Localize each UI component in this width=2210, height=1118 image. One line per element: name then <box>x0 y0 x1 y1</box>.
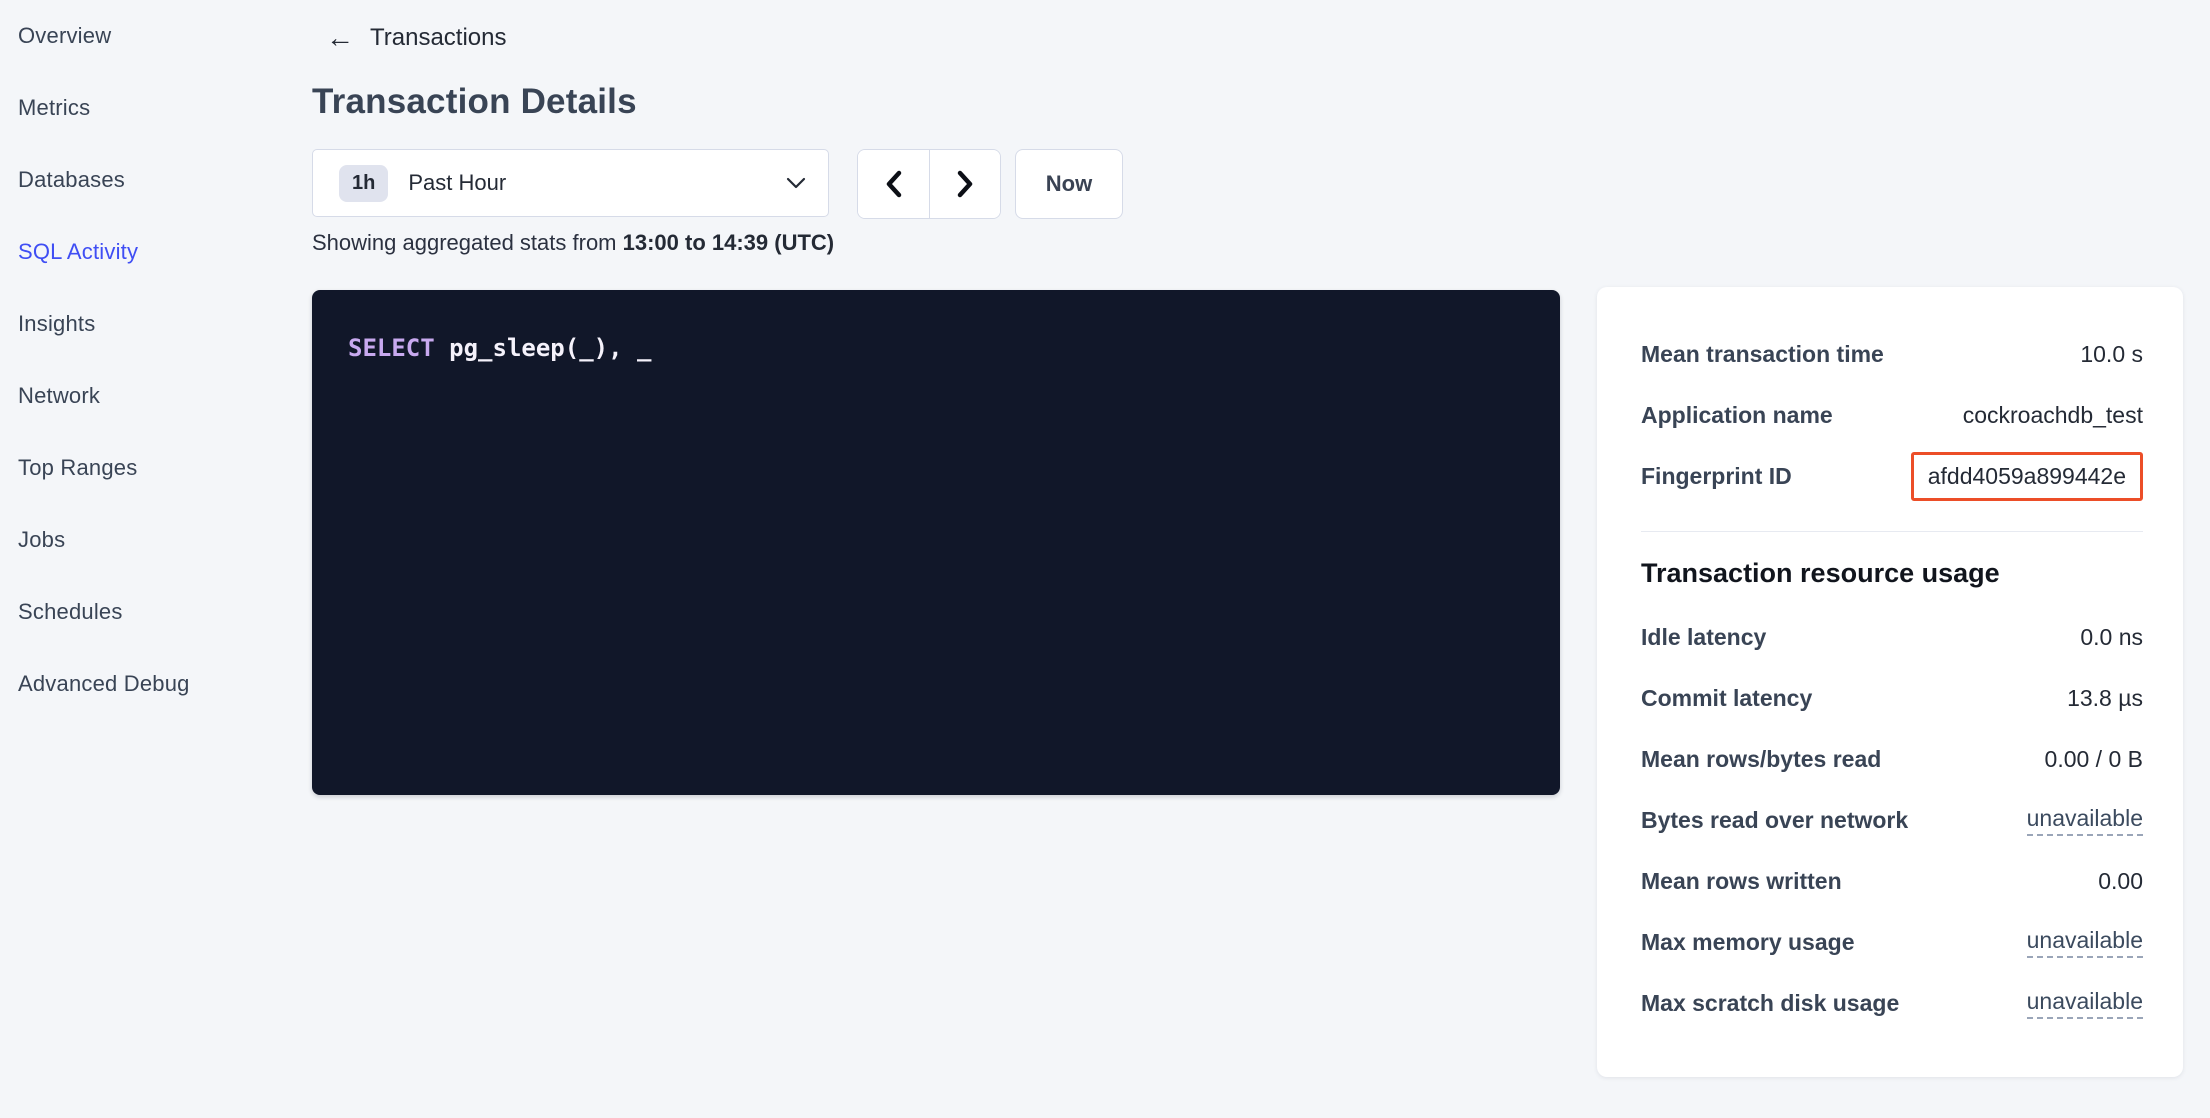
sql-statement: SELECT pg_sleep(_), _ <box>348 334 1524 362</box>
idle-latency-row: Idle latency 0.0 ns <box>1641 607 2143 668</box>
row-value: 10.0 s <box>2080 341 2143 368</box>
row-label: Max scratch disk usage <box>1641 990 1899 1017</box>
application-name-row: Application name cockroachdb_test <box>1641 385 2143 446</box>
row-value: 13.8 µs <box>2067 685 2143 712</box>
sql-body: pg_sleep(_), _ <box>435 334 652 362</box>
sidebar-item-insights[interactable]: Insights <box>0 288 300 360</box>
unavailable-tooltip-value[interactable]: unavailable <box>2027 805 2143 836</box>
sidebar-item-sql-activity[interactable]: SQL Activity <box>0 216 300 288</box>
annotation-highlight-box: afdd4059a899442e <box>1911 452 2143 501</box>
sql-keyword: SELECT <box>348 334 435 362</box>
back-to-transactions-link[interactable]: ← Transactions <box>326 24 507 52</box>
sidebar: Overview Metrics Databases SQL Activity … <box>0 0 300 1118</box>
commit-latency-row: Commit latency 13.8 µs <box>1641 668 2143 729</box>
fingerprint-id-value: afdd4059a899442e <box>1928 463 2126 489</box>
chevron-right-icon <box>954 169 976 199</box>
arrow-left-icon: ← <box>326 24 354 52</box>
row-label: Commit latency <box>1641 685 1812 712</box>
aggregation-summary-range: 13:00 to 14:39 (UTC) <box>623 230 835 255</box>
time-range-dropdown[interactable]: 1h Past Hour <box>312 149 829 217</box>
sidebar-item-jobs[interactable]: Jobs <box>0 504 300 576</box>
page-title: Transaction Details <box>312 82 637 122</box>
mean-rows-bytes-read-row: Mean rows/bytes read 0.00 / 0 B <box>1641 729 2143 790</box>
unavailable-tooltip-value[interactable]: unavailable <box>2027 988 2143 1019</box>
bytes-read-over-network-row: Bytes read over network unavailable <box>1641 790 2143 851</box>
row-label: Application name <box>1641 402 1833 429</box>
chevron-down-icon <box>786 177 806 189</box>
row-label: Mean rows/bytes read <box>1641 746 1881 773</box>
row-value: 0.00 / 0 B <box>2045 746 2143 773</box>
aggregation-summary: Showing aggregated stats from 13:00 to 1… <box>312 230 834 256</box>
sidebar-item-network[interactable]: Network <box>0 360 300 432</box>
sidebar-item-schedules[interactable]: Schedules <box>0 576 300 648</box>
row-label: Mean transaction time <box>1641 341 1884 368</box>
mean-transaction-time-row: Mean transaction time 10.0 s <box>1641 324 2143 385</box>
now-button[interactable]: Now <box>1015 149 1123 219</box>
max-scratch-disk-usage-row: Max scratch disk usage unavailable <box>1641 973 2143 1034</box>
row-label: Mean rows written <box>1641 868 1842 895</box>
sidebar-item-metrics[interactable]: Metrics <box>0 72 300 144</box>
row-label: Max memory usage <box>1641 929 1854 956</box>
row-label: Fingerprint ID <box>1641 463 1792 490</box>
mean-rows-written-row: Mean rows written 0.00 <box>1641 851 2143 912</box>
resource-usage-rows: Idle latency 0.0 ns Commit latency 13.8 … <box>1641 607 2143 1034</box>
sidebar-item-overview[interactable]: Overview <box>0 0 300 72</box>
row-label: Idle latency <box>1641 624 1766 651</box>
aggregation-summary-prefix: Showing aggregated stats from <box>312 230 623 255</box>
max-memory-usage-row: Max memory usage unavailable <box>1641 912 2143 973</box>
next-interval-button[interactable] <box>929 150 1000 218</box>
row-label: Bytes read over network <box>1641 807 1908 834</box>
previous-interval-button[interactable] <box>858 150 929 218</box>
row-value: cockroachdb_test <box>1963 402 2143 429</box>
resource-usage-section-title: Transaction resource usage <box>1641 558 2143 589</box>
chevron-left-icon <box>883 169 905 199</box>
time-range-badge: 1h <box>339 165 388 202</box>
sidebar-item-top-ranges[interactable]: Top Ranges <box>0 432 300 504</box>
time-range-pager <box>857 149 1001 219</box>
unavailable-tooltip-value[interactable]: unavailable <box>2027 927 2143 958</box>
sql-statement-box: SELECT pg_sleep(_), _ <box>312 290 1560 795</box>
row-value: 0.00 <box>2098 868 2143 895</box>
sidebar-item-databases[interactable]: Databases <box>0 144 300 216</box>
sidebar-item-advanced-debug[interactable]: Advanced Debug <box>0 648 300 720</box>
time-controls: 1h Past Hour Now <box>312 149 1123 219</box>
transaction-details-card: Mean transaction time 10.0 s Application… <box>1597 287 2183 1077</box>
row-value: 0.0 ns <box>2080 624 2143 651</box>
back-label: Transactions <box>370 24 507 52</box>
fingerprint-id-row: Fingerprint ID afdd4059a899442e <box>1641 446 2143 507</box>
card-divider <box>1641 531 2143 532</box>
time-range-selected: Past Hour <box>408 170 506 196</box>
